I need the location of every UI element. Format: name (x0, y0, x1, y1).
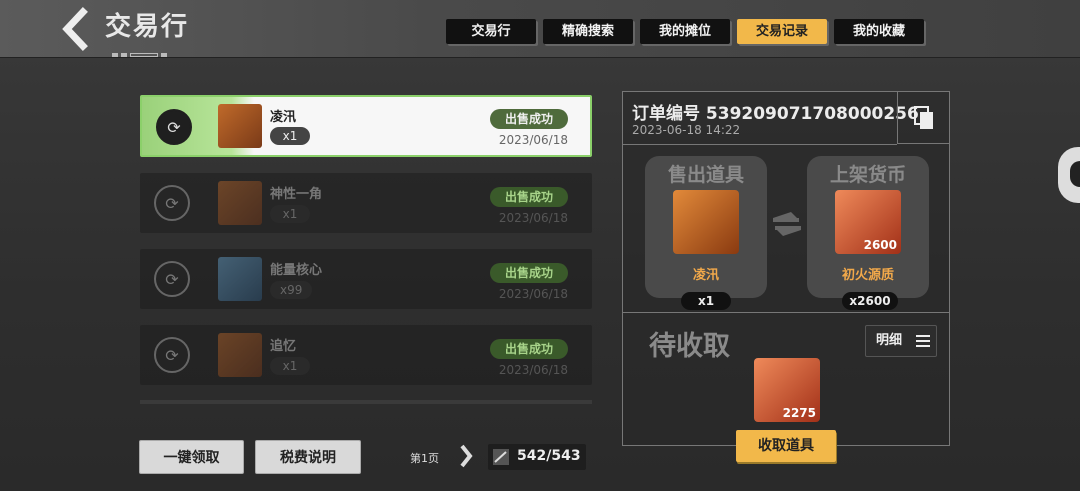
item-quantity: x1 (270, 357, 310, 375)
sold-item-name: 凌汛 (692, 268, 719, 283)
record-row[interactable]: ⟳ 凌汛 x1 出售成功 2023/06/18 (140, 95, 592, 157)
pending-amount: 2275 (782, 406, 816, 420)
claim-item-button[interactable]: 收取道具 (736, 430, 836, 462)
status-badge: 出售成功 (490, 339, 568, 359)
page-label: 第1页 (410, 452, 439, 465)
record-row[interactable]: ⟳ 追忆 x1 出售成功 2023/06/18 (140, 325, 592, 385)
coin-cycle-icon: ⟳ (156, 109, 192, 145)
item-thumbnail (218, 104, 262, 148)
divider (623, 312, 949, 313)
copy-button[interactable] (897, 92, 950, 144)
currency-name: 初火源质 (841, 268, 894, 283)
item-quantity: x99 (270, 281, 313, 299)
record-list: ⟳ 凌汛 x1 出售成功 2023/06/18 ⟳ 神性一角 x1 出售成功 2… (140, 95, 592, 401)
record-counter: 542/543 (488, 444, 586, 470)
avatar-icon (1070, 161, 1080, 187)
record-date: 2023/06/18 (498, 363, 568, 377)
item-name: 凌汛 (270, 110, 297, 125)
pending-currency-icon[interactable]: 2275 (754, 358, 820, 422)
status-badge: 出售成功 (490, 187, 568, 207)
sold-item-quantity: x1 (681, 292, 731, 310)
divider (623, 144, 897, 145)
chevron-left-icon (62, 7, 88, 51)
status-badge: 出售成功 (490, 109, 568, 129)
item-name: 神性一角 (270, 187, 323, 202)
tax-info-button[interactable]: 税费说明 (255, 440, 361, 474)
page-title: 交易行 (105, 12, 190, 42)
coin-cycle-icon: ⟳ (154, 261, 190, 297)
claim-all-button[interactable]: 一键领取 (139, 440, 244, 474)
currency-quantity: x2600 (842, 292, 898, 310)
next-page-icon[interactable] (456, 436, 476, 476)
order-detail-panel: 订单编号 539209071708000256 2023-06-18 14:22… (622, 91, 950, 446)
details-label: 明细 (876, 333, 903, 348)
ledger-icon (493, 449, 509, 465)
list-scroll-edge (140, 400, 592, 404)
record-row[interactable]: ⟳ 能量核心 x99 出售成功 2023/06/18 (140, 249, 592, 309)
back-button[interactable] (55, 6, 95, 52)
side-handle[interactable] (1058, 147, 1080, 203)
order-time: 2023-06-18 14:22 (632, 123, 741, 137)
pending-title: 待收取 (649, 331, 730, 362)
item-thumbnail (218, 181, 262, 225)
title-decoration (112, 42, 192, 57)
record-count: 542/543 (517, 448, 581, 464)
item-quantity: x1 (270, 127, 310, 145)
record-date: 2023/06/18 (498, 287, 568, 301)
record-row[interactable]: ⟳ 神性一角 x1 出售成功 2023/06/18 (140, 173, 592, 233)
item-thumbnail (218, 257, 262, 301)
tab-precise-search[interactable]: 精确搜索 (543, 19, 633, 44)
tab-trade-records[interactable]: 交易记录 (737, 19, 827, 44)
copy-icon (914, 105, 933, 129)
tab-bar: 交易行 精确搜索 我的摊位 交易记录 我的收藏 (446, 19, 924, 44)
list-icon (916, 335, 930, 347)
tab-my-favorites[interactable]: 我的收藏 (834, 19, 924, 44)
coin-cycle-icon: ⟳ (154, 185, 190, 221)
currency-icon[interactable]: 2600 (835, 190, 901, 254)
item-name: 能量核心 (270, 263, 323, 278)
status-badge: 出售成功 (490, 263, 568, 283)
record-date: 2023/06/18 (498, 211, 568, 225)
listed-currency-card: 上架货币 2600 初火源质 (807, 156, 929, 298)
tab-trading-house[interactable]: 交易行 (446, 19, 536, 44)
order-number: 订单编号 539209071708000256 (632, 104, 919, 124)
currency-amount: 2600 (863, 238, 897, 252)
record-date: 2023/06/18 (498, 133, 568, 147)
sold-item-card: 售出道具 凌汛 (645, 156, 767, 298)
tab-my-stall[interactable]: 我的摊位 (640, 19, 730, 44)
item-quantity: x1 (270, 205, 310, 223)
sold-title: 售出道具 (667, 164, 744, 186)
item-thumbnail (218, 333, 262, 377)
coin-cycle-icon: ⟳ (154, 337, 190, 373)
item-name: 追忆 (270, 339, 297, 354)
exchange-icon (773, 212, 801, 236)
details-button[interactable]: 明细 (865, 325, 937, 357)
sold-item-icon[interactable] (673, 190, 739, 254)
listed-title: 上架货币 (829, 164, 906, 186)
